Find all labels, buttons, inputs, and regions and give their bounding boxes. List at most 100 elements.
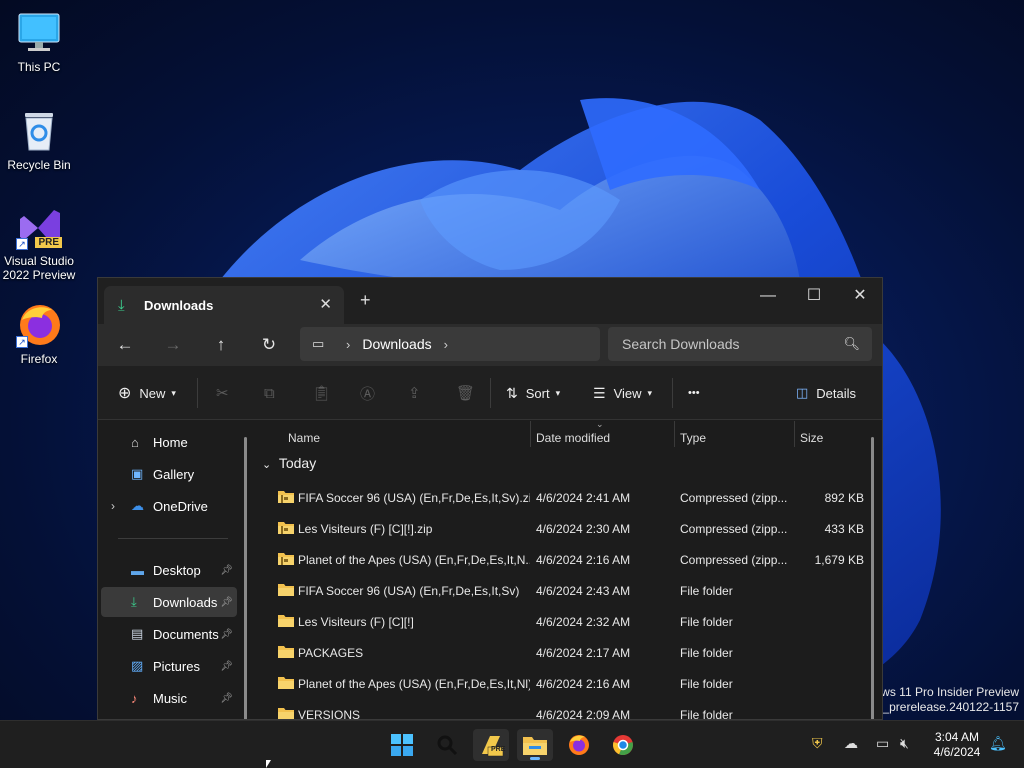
refresh-button[interactable]: ↻ xyxy=(255,332,283,358)
column-header-size[interactable]: Size xyxy=(792,425,872,451)
paste-icon[interactable]: 📋︎ xyxy=(312,380,331,406)
file-size: 1,679 KB xyxy=(814,553,864,567)
group-label: Today xyxy=(278,455,317,471)
tab-close-button[interactable]: ✕ xyxy=(319,295,332,313)
taskbar-firefox[interactable] xyxy=(561,729,597,761)
pin-icon[interactable]: 📌︎ xyxy=(220,661,233,672)
sort-button[interactable]: ⇅ Sort ▾ xyxy=(506,380,560,406)
column-header-type[interactable]: Type xyxy=(672,425,792,451)
rename-icon[interactable]: Ⓐ xyxy=(360,380,375,406)
chevron-right-icon[interactable]: › xyxy=(111,499,115,513)
desktop-icon-this-pc[interactable]: This PC xyxy=(1,10,77,74)
desktop-icon-label-2: 2022 Preview xyxy=(2,268,76,282)
sidebar-item-music[interactable]: ♪ Music 📌︎ xyxy=(101,683,237,713)
table-row[interactable]: Les Visiteurs (F) [C][!].zip 4/6/2024 2:3… xyxy=(258,513,870,544)
table-row[interactable]: Planet of the Apes (USA) (En,Fr,De,Es,It… xyxy=(258,544,870,575)
chevron-right-icon[interactable]: › xyxy=(444,337,448,352)
file-type: Compressed (zipp... xyxy=(680,522,788,536)
sidebar-item-documents[interactable]: ▤ Documents 📌︎ xyxy=(101,619,237,649)
search-input[interactable]: Search Downloads 🔍︎ xyxy=(608,327,872,361)
details-button[interactable]: ◫ Details xyxy=(796,380,856,406)
file-type: Compressed (zipp... xyxy=(680,553,788,567)
sort-chevron-icon: ⌄ xyxy=(596,419,604,429)
taskbar-chrome[interactable] xyxy=(605,729,641,761)
table-row[interactable]: FIFA Soccer 96 (USA) (En,Fr,De,Es,It,Sv)… xyxy=(258,482,870,513)
plus-circle-icon: ⊕ xyxy=(118,385,132,402)
build-watermark: ows 11 Pro Insider Preview rs_prerelease… xyxy=(872,685,1019,715)
more-options-button[interactable]: ••• xyxy=(688,380,700,406)
maximize-button[interactable]: ☐ xyxy=(791,282,837,310)
firefox-icon xyxy=(569,735,589,755)
sidebar-item-label: Desktop xyxy=(153,562,201,578)
file-date: 4/6/2024 2:16 AM xyxy=(536,553,631,567)
sidebar-item-home[interactable]: ⌂ Home xyxy=(101,427,237,457)
file-list-scrollbar[interactable] xyxy=(871,437,874,719)
clock[interactable]: 3:04 AM 4/6/2024 xyxy=(928,730,986,760)
new-tab-button[interactable]: + xyxy=(360,290,371,311)
table-row[interactable]: Planet of the Apes (USA) (En,Fr,De,Es,It… xyxy=(258,668,870,699)
cloud-icon: ☁ xyxy=(131,498,144,513)
back-button[interactable]: ← xyxy=(111,332,139,358)
column-header-name[interactable]: Name xyxy=(280,425,530,451)
chevron-right-icon[interactable]: › xyxy=(346,337,350,352)
search-taskbar-button[interactable] xyxy=(429,729,465,761)
pictures-icon: ▨ xyxy=(131,658,144,673)
volume-muted-icon[interactable]: 🔇︎ xyxy=(900,735,909,752)
group-header-today[interactable]: ⌄ Today xyxy=(262,455,316,471)
desktop-icon-firefox[interactable]: ↗ Firefox xyxy=(1,302,77,366)
tab-downloads[interactable]: ⤓ Downloads ✕ xyxy=(104,286,344,324)
taskbar: PRE ⛨ ☁ ▭ 🔇︎ 3:04 AM 4/6/2024 🔔︎ xyxy=(0,720,1024,768)
chrome-icon xyxy=(613,735,633,756)
pin-icon[interactable]: 📌︎ xyxy=(220,565,233,576)
taskbar-file-explorer[interactable] xyxy=(517,729,553,761)
share-icon[interactable]: ⇪ xyxy=(408,380,421,406)
up-button[interactable]: ↑ xyxy=(207,332,235,358)
file-type: File folder xyxy=(680,646,733,660)
file-date: 4/6/2024 2:41 AM xyxy=(536,491,631,505)
sidebar-item-downloads[interactable]: ⤓ Downloads 📌︎ xyxy=(101,587,237,617)
desktop-icon-recycle-bin[interactable]: Recycle Bin xyxy=(1,108,77,172)
table-row[interactable]: FIFA Soccer 96 (USA) (En,Fr,De,Es,It,Sv)… xyxy=(258,575,870,606)
folder-icon xyxy=(278,677,294,689)
taskbar-app-pre[interactable]: PRE xyxy=(473,729,509,761)
table-row[interactable]: PACKAGES 4/6/2024 2:17 AM File folder xyxy=(258,637,870,668)
file-type: File folder xyxy=(680,615,733,629)
divider xyxy=(490,378,491,408)
onedrive-offline-icon[interactable]: ☁ xyxy=(844,735,858,752)
security-warning-icon[interactable]: ⛨ xyxy=(812,735,823,752)
desktop-icon-visual-studio[interactable]: PRE ↗ Visual Studio 2022 Preview xyxy=(1,204,77,282)
forward-button[interactable]: → xyxy=(159,332,187,358)
visual-studio-preview-icon: PRE ↗ xyxy=(16,204,62,250)
network-icon[interactable]: ▭ xyxy=(876,735,889,752)
pin-icon[interactable]: 📌︎ xyxy=(220,597,233,608)
breadcrumb-downloads[interactable]: Downloads xyxy=(362,336,431,352)
folder-icon xyxy=(278,615,294,627)
tab-title: Downloads xyxy=(144,297,214,313)
copy-icon[interactable]: ⧉ xyxy=(264,380,275,406)
notification-bell-icon[interactable]: 🔔︎ xyxy=(989,735,1007,752)
sidebar-item-desktop[interactable]: ▬ Desktop 📌︎ xyxy=(101,555,237,585)
divider xyxy=(197,378,198,408)
file-type: File folder xyxy=(680,677,733,691)
this-pc-icon: ▭ xyxy=(312,336,325,351)
sidebar-item-pictures[interactable]: ▨ Pictures 📌︎ xyxy=(101,651,237,681)
cut-icon[interactable]: ✂ xyxy=(216,380,229,406)
sidebar-item-gallery[interactable]: ▣ Gallery xyxy=(101,459,237,489)
new-button[interactable]: ⊕ New ▾ xyxy=(118,380,176,406)
start-button[interactable] xyxy=(384,729,420,761)
view-button[interactable]: ☰ View ▾ xyxy=(593,380,652,406)
table-row[interactable]: Les Visiteurs (F) [C][!] 4/6/2024 2:32 AM… xyxy=(258,606,870,637)
file-name: Planet of the Apes (USA) (En,Fr,De,Es,It… xyxy=(298,553,530,567)
pin-icon[interactable]: 📌︎ xyxy=(220,693,233,704)
minimize-button[interactable]: — xyxy=(745,282,791,310)
sidebar-item-onedrive[interactable]: › ☁ OneDrive xyxy=(101,491,237,521)
folder-icon xyxy=(523,737,547,755)
pin-icon[interactable]: 📌︎ xyxy=(220,629,233,640)
close-window-button[interactable]: ✕ xyxy=(837,282,882,310)
address-bar[interactable]: ▭ › Downloads › xyxy=(300,327,600,361)
sidebar-scrollbar[interactable] xyxy=(244,437,247,719)
gallery-icon: ▣ xyxy=(131,466,144,481)
search-icon: 🔍︎ xyxy=(843,336,860,351)
delete-icon[interactable]: 🗑︎ xyxy=(456,380,475,406)
table-row[interactable]: VERSIONS 4/6/2024 2:09 AM File folder xyxy=(258,699,870,719)
